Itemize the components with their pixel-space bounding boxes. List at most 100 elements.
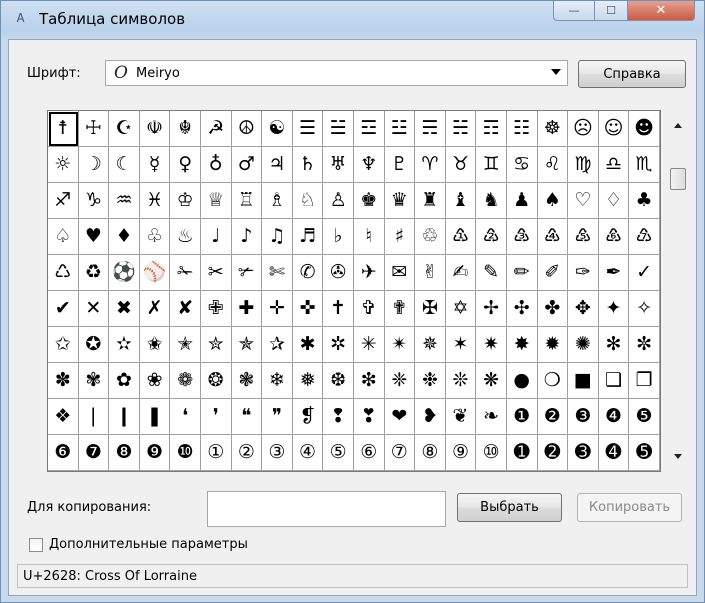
advanced-view-option[interactable]: Дополнительные параметры <box>29 537 248 552</box>
scroll-thumb[interactable] <box>670 168 686 190</box>
character-cell[interactable]: ✽ <box>48 363 79 399</box>
character-cell[interactable]: ♵ <box>506 219 538 255</box>
character-cell[interactable]: ■ <box>568 363 599 399</box>
character-grid[interactable]: ☨ ☩ ☪ ☫ ☬ ☭ ☮ ☯ ☰ ☱ ☲ ☳ ☴ ☵ ☶ ☷ ☸ ☹ ☺ ☻ ☼ ☽ ☾ ☿ ♀ ♁ ♂ ♃ ♄ ♅ ♆ ♇ ♈ ♉ ♊ ♋ ♌ ♍ ♎ ♏… <box>47 110 661 472</box>
character-cell[interactable]: ❜ <box>200 399 232 435</box>
character-cell[interactable]: ☪ <box>109 111 140 147</box>
character-cell[interactable]: ✐ <box>537 255 569 291</box>
character-cell[interactable]: ✏ <box>506 255 538 291</box>
character-cell[interactable]: ❖ <box>48 399 79 435</box>
character-cell[interactable]: ➎ <box>629 435 660 471</box>
character-cell[interactable]: ✗ <box>139 291 171 327</box>
character-cell[interactable]: ♀ <box>170 147 201 183</box>
character-cell[interactable]: ♴ <box>476 219 507 255</box>
character-cell[interactable]: ♂ <box>231 147 263 183</box>
character-cell[interactable]: ♻ <box>78 255 110 291</box>
character-cell[interactable]: ✢ <box>476 291 507 327</box>
character-cell[interactable]: ✤ <box>537 291 569 327</box>
character-cell[interactable]: ♒ <box>109 183 140 219</box>
character-cell[interactable]: ❸ <box>568 399 599 435</box>
character-cell[interactable]: ♡ <box>568 183 599 219</box>
copy-button[interactable]: Копировать <box>577 493 682 522</box>
character-cell[interactable]: ♹ <box>629 219 660 255</box>
character-cell[interactable]: ♜ <box>415 183 446 219</box>
advanced-view-label[interactable]: Дополнительные параметры <box>49 537 248 552</box>
character-cell[interactable]: ♛ <box>384 183 416 219</box>
character-cell[interactable]: ☸ <box>537 111 569 147</box>
character-cell[interactable]: ➍ <box>598 435 630 471</box>
character-cell[interactable]: ✉ <box>384 255 416 291</box>
character-cell[interactable]: ❞ <box>262 399 293 435</box>
character-cell[interactable]: ✾ <box>78 363 110 399</box>
character-cell[interactable]: ✄ <box>262 255 293 291</box>
character-cell[interactable]: ♇ <box>384 147 416 183</box>
character-cell[interactable]: ✓ <box>629 255 660 291</box>
character-cell[interactable]: ♗ <box>262 183 293 219</box>
chevron-down-icon[interactable] <box>551 69 561 75</box>
character-cell[interactable]: ♸ <box>598 219 630 255</box>
character-cell[interactable]: ♞ <box>476 183 507 219</box>
character-cell[interactable]: ✰ <box>262 327 293 363</box>
character-cell[interactable]: ❤ <box>384 399 416 435</box>
character-cell[interactable]: ☲ <box>353 111 385 147</box>
character-cell[interactable]: ☹ <box>568 111 599 147</box>
character-cell[interactable]: ☮ <box>231 111 263 147</box>
character-cell[interactable]: ♺ <box>48 255 79 291</box>
character-cell[interactable]: ♐ <box>48 183 79 219</box>
character-cell[interactable]: ✜ <box>292 291 324 327</box>
character-cell[interactable]: ❢ <box>323 399 354 435</box>
character-cell[interactable]: ❅ <box>292 363 324 399</box>
character-cell[interactable]: ✻ <box>598 327 630 363</box>
character-cell[interactable]: ✿ <box>109 363 140 399</box>
character-cell[interactable]: ☿ <box>139 147 171 183</box>
character-cell[interactable]: ♋ <box>506 147 538 183</box>
character-cell[interactable]: ♪ <box>231 219 263 255</box>
character-cell[interactable]: ❀ <box>139 363 171 399</box>
character-cell[interactable]: ❐ <box>629 363 660 399</box>
character-cell[interactable]: ☯ <box>262 111 293 147</box>
character-cell[interactable]: ♕ <box>200 183 232 219</box>
character-cell[interactable]: ♨ <box>170 219 201 255</box>
character-cell[interactable]: ❿ <box>170 435 201 471</box>
character-cell[interactable]: ✮ <box>200 327 232 363</box>
character-cell[interactable]: ♮ <box>353 219 385 255</box>
character-cell[interactable]: ⑨ <box>445 435 477 471</box>
character-cell[interactable]: ✸ <box>506 327 538 363</box>
character-cell[interactable]: ✱ <box>292 327 324 363</box>
character-cell[interactable]: ❻ <box>48 435 79 471</box>
character-cell[interactable]: ➊ <box>506 435 538 471</box>
character-cell[interactable]: ❉ <box>415 363 446 399</box>
character-cell[interactable]: ✼ <box>629 327 660 363</box>
character-cell[interactable]: ♈ <box>415 147 446 183</box>
character-cell[interactable]: ② <box>231 435 263 471</box>
character-cell[interactable]: ♝ <box>445 183 477 219</box>
character-cell[interactable]: ❈ <box>384 363 416 399</box>
character-cell[interactable]: ☬ <box>170 111 201 147</box>
character-cell[interactable]: ☫ <box>139 111 171 147</box>
character-cell[interactable]: ✬ <box>139 327 171 363</box>
character-cell[interactable]: ✩ <box>48 327 79 363</box>
character-cell[interactable]: ♟ <box>506 183 538 219</box>
scroll-up-arrow-icon[interactable] <box>674 123 682 128</box>
character-cell[interactable]: ☼ <box>48 147 79 183</box>
character-cell[interactable]: ✕ <box>78 291 110 327</box>
character-cell[interactable]: ❺ <box>629 399 660 435</box>
character-cell[interactable]: ❍ <box>537 363 569 399</box>
character-cell[interactable]: ✔ <box>48 291 79 327</box>
character-cell[interactable]: ♍ <box>568 147 599 183</box>
character-cell[interactable]: ♊ <box>476 147 507 183</box>
character-cell[interactable]: ✛ <box>262 291 293 327</box>
character-cell[interactable]: ☺ <box>598 111 630 147</box>
character-cell[interactable]: ✙ <box>200 291 232 327</box>
scroll-down-arrow-icon[interactable] <box>674 454 682 459</box>
character-cell[interactable]: ③ <box>262 435 293 471</box>
character-cell[interactable]: ☻ <box>629 111 660 147</box>
character-cell[interactable]: ☭ <box>200 111 232 147</box>
character-cell[interactable]: ☳ <box>384 111 416 147</box>
character-cell[interactable]: ♭ <box>323 219 354 255</box>
character-cell[interactable]: ⚾ <box>139 255 171 291</box>
select-button[interactable]: Выбрать <box>457 493 562 522</box>
character-cell[interactable]: ① <box>200 435 232 471</box>
character-cell[interactable]: ✝ <box>323 291 354 327</box>
character-cell[interactable]: ✑ <box>568 255 599 291</box>
